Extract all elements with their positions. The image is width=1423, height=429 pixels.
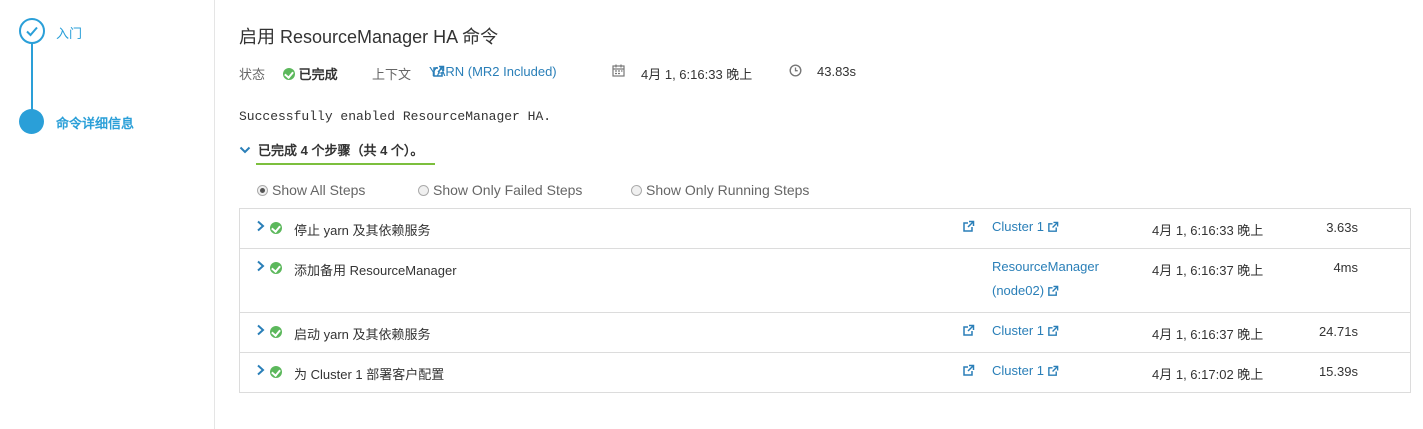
calendar-icon [612, 64, 625, 80]
step-time: 4月 1, 6:17:02 晚上 [1152, 367, 1264, 382]
step-name: 为 Cluster 1 部署客户配置 [294, 367, 445, 382]
step-context-text[interactable]: Cluster 1 [992, 323, 1044, 338]
external-link-icon[interactable] [1047, 325, 1059, 337]
external-link-icon[interactable] [962, 220, 975, 233]
wizard-step-getting-started[interactable]: 入门 [56, 23, 82, 42]
filter-failed-steps[interactable]: Show Only Failed Steps [418, 182, 582, 198]
step-context-text[interactable]: ResourceManager [992, 259, 1099, 274]
step-name: 添加备用 ResourceManager [294, 263, 457, 278]
page-title: 启用 ResourceManager HA 命令 [239, 27, 499, 47]
step-context-link[interactable]: ResourceManager (node02) [992, 255, 1099, 303]
success-icon [270, 262, 282, 274]
external-link-icon[interactable] [1047, 365, 1059, 377]
step-duration: 4ms [1333, 260, 1358, 275]
step-context-link[interactable]: Cluster 1 [992, 215, 1059, 239]
filter-running-label: Show Only Running Steps [646, 182, 810, 198]
external-link-icon[interactable] [1047, 221, 1059, 233]
wizard-step-current-icon [19, 109, 44, 134]
duration: 43.83s [817, 64, 857, 79]
wizard-step-command-details: 命令详细信息 [56, 116, 135, 131]
step-time: 4月 1, 6:16:37 晚上 [1152, 263, 1264, 278]
step-context-text[interactable]: (node02) [992, 283, 1044, 298]
step-time: 4月 1, 6:16:33 晚上 [1152, 223, 1264, 238]
status-value: 已完成 [298, 67, 338, 82]
step-context-link[interactable]: Cluster 1 [992, 319, 1059, 343]
step-duration: 3.63s [1326, 220, 1358, 235]
table-row[interactable]: 添加备用 ResourceManager ResourceManager (nod… [240, 249, 1410, 313]
filter-failed-label: Show Only Failed Steps [433, 182, 583, 198]
success-icon [270, 222, 282, 234]
steps-summary-toggle[interactable]: 已完成 4 个步骤（共 4 个）。 [256, 140, 436, 165]
external-link-icon[interactable] [962, 324, 975, 337]
step-name: 启动 yarn 及其依赖服务 [294, 327, 431, 342]
chevron-down-icon[interactable] [239, 144, 251, 156]
chevron-right-icon[interactable] [256, 260, 266, 272]
wizard-sidebar: 入门 命令详细信息 [0, 0, 215, 429]
table-row[interactable]: 停止 yarn 及其依赖服务 Cluster 1 4月 1, 6:16:33 晚… [240, 209, 1410, 249]
chevron-right-icon[interactable] [256, 324, 266, 336]
step-duration: 15.39s [1318, 364, 1358, 379]
status-label: 状态 [239, 67, 266, 82]
start-time: 4月 1, 6:16:33 晚上 [641, 67, 753, 82]
chevron-right-icon[interactable] [256, 220, 266, 232]
clock-icon [789, 64, 802, 80]
success-icon [270, 326, 282, 338]
step-name: 停止 yarn 及其依赖服务 [294, 223, 431, 238]
filter-running-steps[interactable]: Show Only Running Steps [631, 182, 809, 198]
step-time: 4月 1, 6:16:37 晚上 [1152, 327, 1264, 342]
wizard-step-done-icon[interactable] [19, 18, 45, 44]
filter-all-label: Show All Steps [272, 182, 366, 198]
radio-unselected-icon[interactable] [418, 185, 429, 196]
external-link-icon[interactable] [962, 364, 975, 377]
success-icon [283, 68, 295, 80]
steps-table: 停止 yarn 及其依赖服务 Cluster 1 4月 1, 6:16:33 晚… [239, 208, 1411, 393]
status-badge: 已完成 [283, 64, 338, 83]
chevron-right-icon[interactable] [256, 364, 266, 376]
radio-unselected-icon[interactable] [631, 185, 642, 196]
context-link[interactable]: YARN (MR2 Included) [429, 64, 557, 79]
table-row[interactable]: 启动 yarn 及其依赖服务 Cluster 1 4月 1, 6:16:37 晚… [240, 313, 1410, 353]
step-context-text[interactable]: Cluster 1 [992, 363, 1044, 378]
context-link-text[interactable]: YARN (MR2 Included) [429, 64, 557, 79]
table-row[interactable]: 为 Cluster 1 部署客户配置 Cluster 1 4月 1, 6:17:… [240, 353, 1410, 393]
step-context-link[interactable]: Cluster 1 [992, 359, 1059, 383]
filter-all-steps[interactable]: Show All Steps [257, 182, 365, 198]
external-link-icon[interactable] [1047, 285, 1059, 297]
step-context-text[interactable]: Cluster 1 [992, 219, 1044, 234]
context-label: 上下文 [372, 67, 412, 82]
success-icon [270, 366, 282, 378]
result-message: Successfully enabled ResourceManager HA. [239, 109, 552, 124]
step-duration: 24.71s [1318, 324, 1358, 339]
wizard-connector [31, 43, 33, 113]
radio-selected-icon[interactable] [257, 185, 268, 196]
